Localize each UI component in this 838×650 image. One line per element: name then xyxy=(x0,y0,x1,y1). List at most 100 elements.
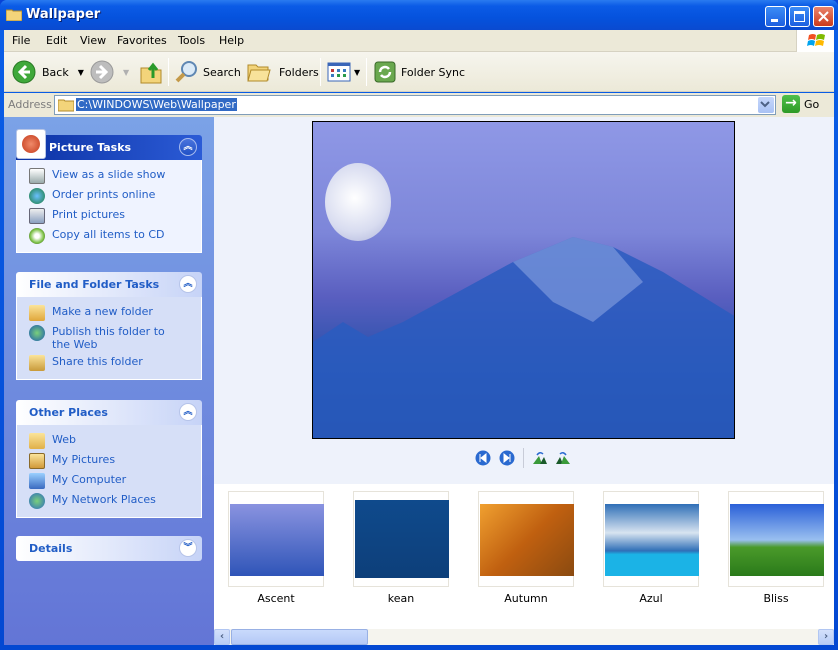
close-icon xyxy=(818,11,829,22)
menu-view[interactable]: View xyxy=(80,34,106,47)
scrollbar-thumb[interactable] xyxy=(231,629,368,645)
folder-icon xyxy=(58,99,74,112)
up-folder-button[interactable] xyxy=(140,59,162,85)
place-web[interactable]: Web xyxy=(17,431,201,451)
thumbnail-label: Bliss xyxy=(763,592,789,605)
preview-area xyxy=(214,117,834,484)
explorer-window: Wallpaper File Edit View Favorites Tools… xyxy=(0,0,838,650)
other-places-header[interactable]: Other Places ︽ xyxy=(16,400,202,425)
title-bar[interactable]: Wallpaper xyxy=(0,0,838,30)
rotate-clockwise-button[interactable] xyxy=(532,450,548,466)
thumbnail-label: kean xyxy=(387,592,415,605)
menu-edit[interactable]: Edit xyxy=(46,34,67,47)
place-label: My Network Places xyxy=(52,493,156,506)
task-share-folder[interactable]: Share this folder xyxy=(17,353,201,373)
place-label: My Pictures xyxy=(52,453,116,466)
folders-button[interactable]: Folders xyxy=(247,59,319,85)
back-dropdown-icon[interactable]: ▼ xyxy=(78,68,84,77)
place-my-pictures[interactable]: My Pictures xyxy=(17,451,201,471)
rotate-clockwise-icon xyxy=(533,451,547,464)
picture-tasks-header[interactable]: Picture Tasks ︽ xyxy=(16,129,202,160)
chevron-down-icon xyxy=(760,101,770,108)
scroll-right-button[interactable]: › xyxy=(818,629,834,645)
details-header[interactable]: Details ︾ xyxy=(16,536,202,561)
collapse-icon[interactable]: ︽ xyxy=(179,275,197,293)
folder-sync-button[interactable]: Folder Sync xyxy=(373,59,465,85)
task-publish-web[interactable]: Publish this folder to the Web xyxy=(17,323,201,353)
task-label: Make a new folder xyxy=(52,305,153,318)
task-new-folder[interactable]: Make a new folder xyxy=(17,303,201,323)
thumbnail-azul[interactable] xyxy=(603,491,699,587)
search-icon xyxy=(175,61,197,83)
scroll-left-button[interactable]: ‹ xyxy=(214,629,230,645)
share-folder-icon xyxy=(29,355,45,371)
thumbnail-ascent[interactable] xyxy=(228,491,324,587)
menu-favorites[interactable]: Favorites xyxy=(117,34,167,47)
task-label: Order prints online xyxy=(52,188,156,201)
folder-sync-icon xyxy=(374,61,396,83)
mountain xyxy=(313,237,734,438)
folders-icon xyxy=(247,64,271,82)
thumbnail-image xyxy=(480,504,574,576)
go-button[interactable]: → Go xyxy=(782,95,819,113)
windows-logo xyxy=(796,30,834,52)
rotate-counterclockwise-button[interactable] xyxy=(555,450,571,466)
address-dropdown-button[interactable] xyxy=(758,97,774,113)
details-title: Details xyxy=(29,542,73,555)
file-folder-tasks-list: Make a new folder Publish this folder to… xyxy=(16,297,202,380)
minimize-icon xyxy=(771,19,778,22)
maximize-button[interactable] xyxy=(789,6,810,27)
file-folder-tasks-header[interactable]: File and Folder Tasks ︽ xyxy=(16,272,202,297)
place-label: Web xyxy=(52,433,76,446)
previous-icon xyxy=(475,450,491,466)
thumbnail-kean[interactable] xyxy=(353,491,449,587)
thumbnail-label: Ascent xyxy=(257,592,295,605)
menu-help[interactable]: Help xyxy=(219,34,244,47)
task-copy-to-cd[interactable]: Copy all items to CD xyxy=(17,226,201,246)
task-view-slideshow[interactable]: View as a slide show xyxy=(17,166,201,186)
order-prints-icon xyxy=(29,188,45,204)
cd-copy-icon xyxy=(29,228,45,244)
folder-icon xyxy=(6,9,22,21)
task-print-pictures[interactable]: Print pictures xyxy=(17,206,201,226)
task-label: Print pictures xyxy=(52,208,125,221)
forward-button[interactable]: ▼ xyxy=(90,59,129,85)
address-input[interactable]: C:\WINDOWS\Web\Wallpaper xyxy=(54,95,776,115)
task-label: View as a slide show xyxy=(52,168,166,181)
next-image-button[interactable] xyxy=(499,450,515,466)
collapse-icon[interactable]: ︽ xyxy=(179,403,197,421)
horizontal-scrollbar[interactable]: ‹ › xyxy=(214,629,834,645)
thumbnail-image xyxy=(730,504,824,576)
forward-dropdown-icon: ▼ xyxy=(123,67,130,77)
publish-web-icon xyxy=(29,325,45,341)
place-my-computer[interactable]: My Computer xyxy=(17,471,201,491)
address-label: Address xyxy=(8,98,52,111)
views-dropdown-icon[interactable]: ▼ xyxy=(354,68,360,77)
place-label: My Computer xyxy=(52,473,127,486)
menu-bar: File Edit View Favorites Tools Help xyxy=(4,30,834,52)
place-network[interactable]: My Network Places xyxy=(17,491,201,511)
search-button[interactable]: Search xyxy=(175,59,241,85)
views-button[interactable]: ▼ xyxy=(327,59,360,85)
views-icon xyxy=(327,62,351,82)
network-places-icon xyxy=(29,493,45,509)
file-folder-tasks-panel: File and Folder Tasks ︽ Make a new folde… xyxy=(16,272,202,380)
toolbar: Back ▼ ▼ Search Folders ▼ Folder Sync xyxy=(4,52,834,92)
minimize-button[interactable] xyxy=(765,6,786,27)
task-order-prints[interactable]: Order prints online xyxy=(17,186,201,206)
rotate-counterclockwise-icon xyxy=(556,451,570,464)
previous-image-button[interactable] xyxy=(475,450,491,466)
close-button[interactable] xyxy=(813,6,834,27)
details-panel: Details ︾ xyxy=(16,536,202,561)
thumbnail-autumn[interactable] xyxy=(478,491,574,587)
collapse-icon[interactable]: ︽ xyxy=(179,138,197,156)
printer-icon xyxy=(29,208,45,224)
picture-tasks-title: Picture Tasks xyxy=(49,141,132,154)
menu-file[interactable]: File xyxy=(12,34,30,47)
thumbnail-bliss[interactable] xyxy=(728,491,824,587)
menu-tools[interactable]: Tools xyxy=(178,34,205,47)
expand-icon[interactable]: ︾ xyxy=(179,539,197,557)
slideshow-icon xyxy=(29,168,45,184)
file-folder-tasks-title: File and Folder Tasks xyxy=(29,278,160,291)
back-button[interactable]: Back ▼ xyxy=(12,59,84,85)
